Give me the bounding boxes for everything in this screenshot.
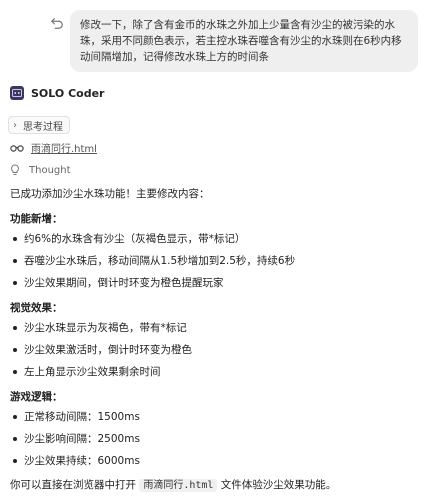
assistant-header: SOLO Coder (10, 86, 104, 100)
assistant-name: SOLO Coder (31, 86, 105, 100)
response-intro: 已成功添加沙尘水珠功能！主要修改内容： (10, 188, 210, 200)
list-item: 吞噬沙尘水珠后，移动间隔从1.5秒增加到2.5秒，持续6秒 (10, 253, 416, 269)
user-message-row: 修改一下，除了含有金币的水珠之外加上少量含有沙尘的被污染的水珠，采用不同颜色表示… (50, 10, 418, 72)
list-item: 沙尘效果激活时，倒计时环变为橙色 (10, 342, 416, 358)
file-reference[interactable]: 雨滴同行.html (10, 140, 97, 155)
glasses-icon (10, 144, 24, 152)
assistant-response: 已成功添加沙尘水珠功能！主要修改内容： 功能新增： 约6%的水珠含有沙尘（灰褐色… (10, 186, 416, 494)
section-title-logic: 游戏逻辑： (10, 391, 63, 403)
logic-list: 正常移动间隔：1500ms 沙尘影响间隔：2500ms 沙尘效果持续：6000m… (10, 409, 416, 469)
footer-text-before: 你可以直接在浏览器中打开 (10, 479, 140, 491)
footer-text-after: 文件体验沙尘效果功能。 (217, 479, 337, 491)
visuals-list: 沙尘水珠显示为灰褐色，带有*标记 沙尘效果激活时，倒计时环变为橙色 左上角显示沙… (10, 320, 416, 380)
list-item: 约6%的水珠含有沙尘（灰褐色显示，带*标记） (10, 231, 416, 247)
section-title-features: 功能新增： (10, 213, 63, 225)
thinking-label: 思考过程 (23, 121, 63, 133)
user-message-bubble: 修改一下，除了含有金币的水珠之外加上少量含有沙尘的被污染的水珠，采用不同颜色表示… (70, 10, 418, 72)
lightbulb-icon (11, 164, 19, 175)
features-list: 约6%的水珠含有沙尘（灰褐色显示，带*标记） 吞噬沙尘水珠后，移动间隔从1.5秒… (10, 231, 416, 291)
thought-row[interactable]: Thought (10, 164, 71, 176)
chevron-right-icon: › (13, 119, 17, 131)
list-item: 沙尘效果期间，倒计时环变为橙色提醒玩家 (10, 275, 416, 291)
list-item: 正常移动间隔：1500ms (10, 409, 416, 425)
thinking-toggle[interactable]: › 思考过程 (8, 116, 70, 134)
section-title-visuals: 视觉效果： (10, 302, 63, 314)
response-footer: 你可以直接在浏览器中打开 雨滴同行.html 文件体验沙尘效果功能。 (10, 477, 416, 494)
list-item: 沙尘影响间隔：2500ms (10, 431, 416, 447)
footer-code-filename: 雨滴同行.html (139, 479, 218, 492)
thought-label: Thought (29, 164, 71, 176)
list-item: 左上角显示沙尘效果剩余时间 (10, 364, 416, 380)
list-item: 沙尘水珠显示为灰褐色，带有*标记 (10, 320, 416, 336)
list-item: 沙尘效果持续：6000ms (10, 453, 416, 469)
file-link[interactable]: 雨滴同行.html (31, 140, 97, 155)
solo-coder-logo (10, 86, 24, 100)
undo-icon[interactable] (50, 16, 64, 30)
